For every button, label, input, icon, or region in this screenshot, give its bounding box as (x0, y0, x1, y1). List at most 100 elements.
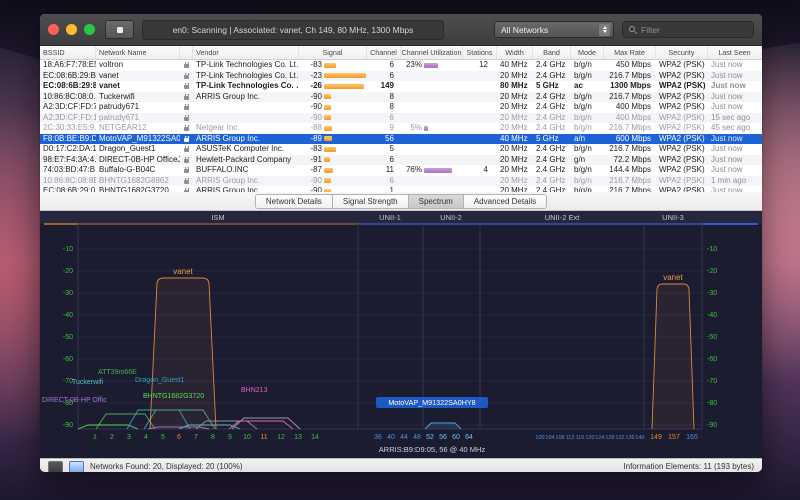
table-row[interactable]: EC:08:6B:29:B… vanet TP-Link Technologie… (40, 71, 762, 82)
col-width[interactable]: Width (497, 46, 533, 59)
col-network-name[interactable]: Network Name (96, 46, 180, 59)
cell-band: 2.4 GHz (533, 71, 571, 82)
svg-text:-30: -30 (63, 290, 73, 297)
spectrum-panel[interactable]: ISM UNII-1 UNII-2 UNII-2 Ext UNII-3 -10 (40, 211, 762, 458)
spectrum-curve-vanet-5g (652, 284, 694, 429)
svg-text:165: 165 (686, 434, 698, 441)
table-row[interactable]: A2:3D:CF:FD:1… patrudy671 -90 6 20 MHz 2… (40, 113, 762, 124)
col-band[interactable]: Band (533, 46, 571, 59)
zoom-button[interactable] (84, 24, 95, 35)
traffic-lights (48, 24, 95, 35)
svg-text:13: 13 (294, 434, 302, 441)
table-row[interactable]: 74:03:BD:47:B… Buffalo-G-B04C BUFFALO.IN… (40, 165, 762, 176)
signal-bar (324, 178, 331, 183)
cell-max-rate: 216.7 Mbps (604, 176, 656, 187)
cell-max-rate: 1300 Mbps (604, 81, 656, 92)
spectrum-chart[interactable]: ISM UNII-1 UNII-2 UNII-2 Ext UNII-3 -10 (40, 211, 762, 458)
svg-text:140: 140 (635, 435, 644, 441)
cell-channel: 6 (367, 113, 401, 124)
cell-stations: 4 (463, 165, 497, 176)
table-row[interactable]: 98:E7:F4:3A:4… DIRECT-0B-HP OfficeJet… H… (40, 155, 762, 166)
svg-text:112: 112 (566, 435, 575, 441)
col-max-rate[interactable]: Max Rate (604, 46, 656, 59)
screen-share-icon[interactable] (69, 461, 84, 473)
svg-text:-90: -90 (707, 422, 717, 429)
cell-security: WPA2 (PSK) (656, 71, 708, 82)
cell-vendor: Netgear Inc. (193, 123, 299, 134)
cell-signal: -89 (299, 134, 367, 145)
svg-text:136: 136 (625, 435, 634, 441)
cell-last-seen: 45 sec ago (708, 123, 762, 134)
table-row[interactable]: 18:A6:F7:78:E5:… voltron TP-Link Technol… (40, 60, 762, 71)
display-toggle-icon[interactable] (48, 461, 63, 473)
cell-bssid: 10:86:8C:08:8E… (40, 176, 96, 187)
col-bssid[interactable]: BSSID (40, 46, 96, 59)
cell-width: 20 MHz (497, 144, 533, 155)
svg-text:-40: -40 (707, 312, 717, 319)
cell-max-rate: 72.2 Mbps (604, 155, 656, 166)
cell-security: WPA2 (PSK) (656, 102, 708, 113)
tab-spectrum[interactable]: Spectrum (409, 195, 464, 208)
y-axis-right: -10 -20 -30 -40 -50 -60 -70 -80 -90 (707, 246, 717, 429)
cell-max-rate: 400 Mbps (604, 113, 656, 124)
tab-signal-strength[interactable]: Signal Strength (333, 195, 409, 208)
cell-mode: b/g/n (571, 176, 604, 187)
table-row[interactable]: A2:3D:CF:FD:7… patrudy671 -90 8 20 MHz 2… (40, 102, 762, 113)
filter-input[interactable] (641, 25, 748, 35)
signal-bar (324, 126, 332, 131)
cell-last-seen: Just now (708, 92, 762, 103)
cell-vendor: TP-Link Technologies Co. … (193, 81, 299, 92)
col-mode[interactable]: Mode (571, 46, 604, 59)
col-last-seen[interactable]: Last Seen (708, 46, 762, 59)
cell-bssid: EC:08:6B:29:0… (40, 186, 96, 192)
table-row[interactable]: 2C:30:33:E5:9… NETGEAR12 Netgear Inc. -8… (40, 123, 762, 134)
cell-bssid: EC:08:6B:29:B… (40, 71, 96, 82)
tab-advanced-details[interactable]: Advanced Details (464, 195, 546, 208)
minimize-button[interactable] (66, 24, 77, 35)
vanet-5g-label: vanet (663, 273, 683, 282)
col-vendor[interactable]: Vendor (193, 46, 299, 59)
signal-bar (324, 73, 366, 78)
cell-bssid: 10:86:8C:08:0… (40, 92, 96, 103)
cell-security: WPA2 (PSK) (656, 60, 708, 71)
col-lock[interactable] (180, 46, 193, 59)
svg-text:128: 128 (605, 435, 614, 441)
cell-mode: b/g/n (571, 60, 604, 71)
cell-channel: 11 (367, 165, 401, 176)
cell-last-seen: Just now (708, 144, 762, 155)
table-row-associated[interactable]: EC:08:6B:29:8… vanet TP-Link Technologie… (40, 81, 762, 92)
cell-channel: 6 (367, 176, 401, 187)
col-stations[interactable]: Stations (463, 46, 497, 59)
col-signal[interactable]: Signal (299, 46, 367, 59)
col-channel[interactable]: Channel (367, 46, 401, 59)
cell-utilization: 5% (401, 123, 463, 134)
cell-channel: 8 (367, 92, 401, 103)
col-utilization[interactable]: Channel Utilization (401, 46, 463, 59)
cell-mode: b/g/n (571, 186, 604, 192)
network-filter-dropdown[interactable]: All Networks (494, 21, 614, 38)
table-row[interactable]: 10:86:8C:08:8E… BHNTG1682G8862 ARRIS Gro… (40, 176, 762, 187)
band-header-strip (40, 211, 762, 224)
table-row[interactable]: D0:17:C2:DA:1… Dragon_Guest1 ASUSTeK Com… (40, 144, 762, 155)
cell-band: 2.4 GHz (533, 123, 571, 134)
cell-name: voltron (96, 60, 180, 71)
filter-search-field[interactable] (622, 21, 754, 38)
cell-name: DIRECT-0B-HP OfficeJet… (96, 155, 180, 166)
tab-network-details[interactable]: Network Details (256, 195, 333, 208)
view-tab-bar: Network Details Signal Strength Spectrum… (40, 192, 762, 211)
col-security[interactable]: Security (656, 46, 708, 59)
cell-band: 5 GHz (533, 81, 571, 92)
svg-text:149: 149 (650, 434, 662, 441)
cell-signal: -90 (299, 113, 367, 124)
cell-vendor: Hewlett-Packard Company (193, 155, 299, 166)
cell-security: WPA2 (PSK) (656, 186, 708, 192)
stop-scan-button[interactable] (105, 20, 134, 39)
chevron-up-down-icon (599, 24, 610, 36)
cell-width: 40 MHz (497, 134, 533, 145)
svg-text:7: 7 (194, 434, 198, 441)
close-button[interactable] (48, 24, 59, 35)
cell-name: BHNTG1682G8862 (96, 176, 180, 187)
svg-text:12: 12 (277, 434, 285, 441)
table-row[interactable]: 10:86:8C:08:0… Tuckerwifi ARRIS Group In… (40, 92, 762, 103)
table-row-selected[interactable]: F8:0B:BE:B9:D… MotoVAP_M91322SA0HY8 ARRI… (40, 134, 762, 145)
